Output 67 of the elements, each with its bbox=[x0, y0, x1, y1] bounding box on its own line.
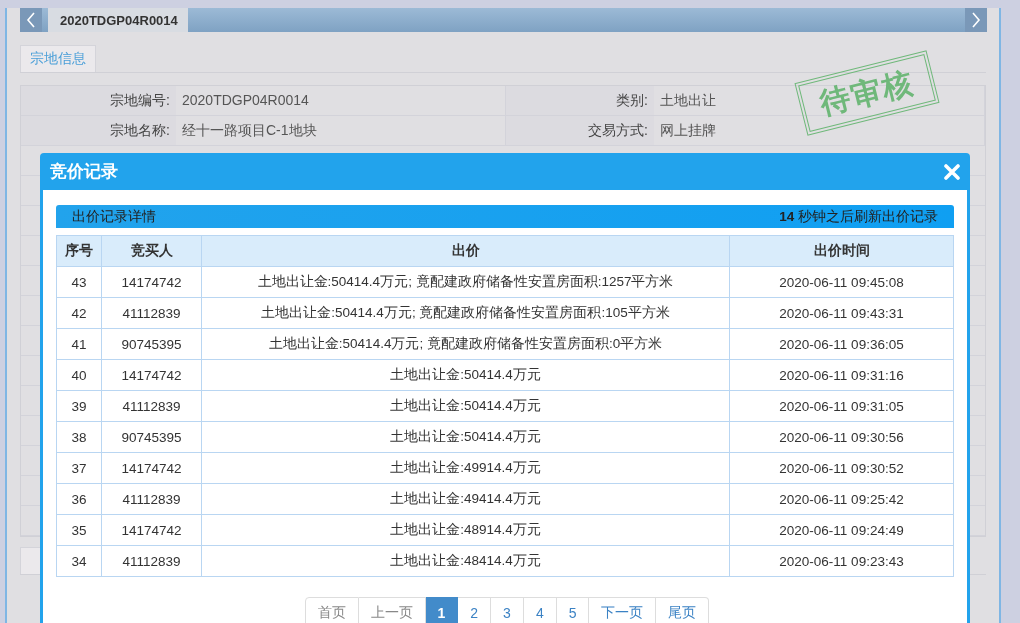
chevron-right-icon bbox=[971, 12, 981, 28]
detail-title: 出价记录详情 bbox=[72, 208, 156, 226]
page-button[interactable]: 下一页 bbox=[589, 597, 657, 623]
page-button[interactable]: 3 bbox=[491, 597, 524, 623]
field-value: 网上挂牌 bbox=[654, 116, 985, 145]
column-header: 序号 bbox=[56, 235, 102, 267]
table-cell: 2020-06-11 09:24:49 bbox=[729, 514, 954, 546]
field-label: 宗地名称: bbox=[21, 116, 176, 145]
table-cell: 14174742 bbox=[101, 452, 202, 484]
table-cell: 土地出让金:50414.4万元; 竟配建政府储备性安置房面积:1257平方米 bbox=[201, 266, 730, 298]
close-icon bbox=[944, 163, 960, 180]
table-cell: 2020-06-11 09:36:05 bbox=[729, 328, 954, 360]
table-cell: 38 bbox=[56, 421, 102, 453]
table-cell: 90745395 bbox=[101, 421, 202, 453]
field-label: 宗地编号: bbox=[21, 86, 176, 115]
table-cell: 36 bbox=[56, 483, 102, 515]
column-header: 竞买人 bbox=[101, 235, 202, 267]
table-cell: 41 bbox=[56, 328, 102, 360]
table-cell: 14174742 bbox=[101, 514, 202, 546]
table-cell: 41112839 bbox=[101, 297, 202, 329]
page-button[interactable]: 1 bbox=[425, 597, 459, 623]
page-button[interactable]: 尾页 bbox=[656, 597, 710, 623]
table-cell: 土地出让金:50414.4万元; 竟配建政府储备性安置房面积:0平方米 bbox=[201, 328, 730, 360]
table-cell: 2020-06-11 09:23:43 bbox=[729, 545, 954, 577]
table-cell: 41112839 bbox=[101, 390, 202, 422]
table-cell: 土地出让金:48414.4万元 bbox=[201, 545, 730, 577]
table-cell: 2020-06-11 09:45:08 bbox=[729, 266, 954, 298]
table-cell: 41112839 bbox=[101, 483, 202, 515]
table-cell: 43 bbox=[56, 266, 102, 298]
table-cell: 40 bbox=[56, 359, 102, 391]
table-cell: 14174742 bbox=[101, 359, 202, 391]
table-cell: 37 bbox=[56, 452, 102, 484]
refresh-countdown: 14 秒钟之后刷新出价记录 bbox=[779, 208, 938, 226]
column-header: 出价时间 bbox=[729, 235, 954, 267]
table-cell: 2020-06-11 09:31:05 bbox=[729, 390, 954, 422]
table-cell: 土地出让金:50414.4万元 bbox=[201, 421, 730, 453]
table-cell: 2020-06-11 09:43:31 bbox=[729, 297, 954, 329]
table-cell: 2020-06-11 09:31:16 bbox=[729, 359, 954, 391]
table-cell: 90745395 bbox=[101, 328, 202, 360]
table-cell: 35 bbox=[56, 514, 102, 546]
chevron-left-icon bbox=[26, 12, 36, 28]
table-cell: 14174742 bbox=[101, 266, 202, 298]
dialog-title: 竞价记录 bbox=[50, 161, 118, 183]
table-cell: 2020-06-11 09:30:56 bbox=[729, 421, 954, 453]
close-button[interactable] bbox=[944, 163, 960, 180]
table-cell: 土地出让金:50414.4万元; 竟配建政府储备性安置房面积:105平方米 bbox=[201, 297, 730, 329]
table-cell: 41112839 bbox=[101, 545, 202, 577]
field-label: 类别: bbox=[506, 86, 654, 115]
table-cell: 2020-06-11 09:25:42 bbox=[729, 483, 954, 515]
scroll-right-button[interactable] bbox=[965, 8, 987, 32]
field-label: 交易方式: bbox=[506, 116, 654, 145]
scroll-left-button[interactable] bbox=[20, 8, 42, 32]
table-cell: 土地出让金:50414.4万元 bbox=[201, 390, 730, 422]
page-button[interactable]: 2 bbox=[458, 597, 492, 623]
tab[interactable]: 2020TDGP04R0014 bbox=[48, 8, 188, 32]
page-button[interactable]: 4 bbox=[523, 597, 557, 623]
table-cell: 土地出让金:49914.4万元 bbox=[201, 452, 730, 484]
table-cell: 39 bbox=[56, 390, 102, 422]
table-cell: 土地出让金:48914.4万元 bbox=[201, 514, 730, 546]
table-cell: 土地出让金:49414.4万元 bbox=[201, 483, 730, 515]
section-tab[interactable]: 宗地信息 bbox=[20, 45, 96, 72]
table-cell: 42 bbox=[56, 297, 102, 329]
page-button[interactable]: 5 bbox=[556, 597, 590, 623]
table-cell: 34 bbox=[56, 545, 102, 577]
column-header: 出价 bbox=[201, 235, 730, 267]
table-cell: 土地出让金:50414.4万元 bbox=[201, 359, 730, 391]
table-cell: 2020-06-11 09:30:52 bbox=[729, 452, 954, 484]
